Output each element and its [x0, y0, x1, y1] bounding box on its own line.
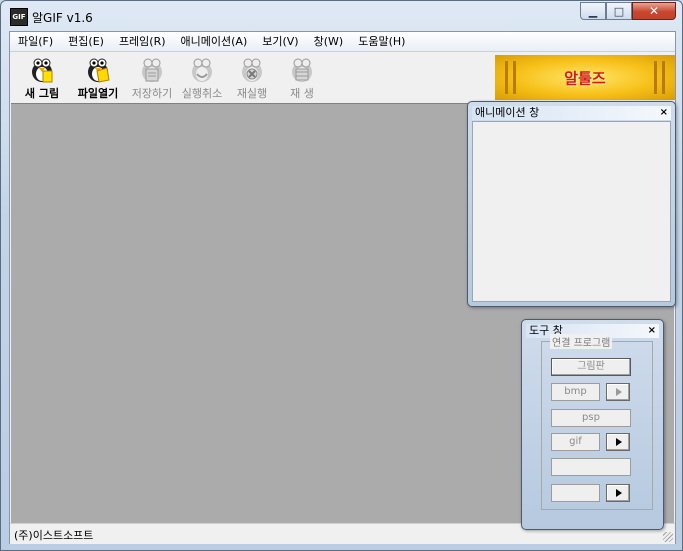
open-file-button[interactable]: 파일열기	[70, 54, 126, 100]
paint-button[interactable]: 그림판	[551, 358, 631, 376]
app-icon: GIF	[10, 8, 28, 26]
play-button[interactable]: 재 생	[274, 54, 330, 100]
close-icon: ✕	[648, 4, 660, 18]
menu-view[interactable]: 보기(V)	[254, 32, 305, 51]
tool-window[interactable]: 도구 창 × 연결 프로그램 그림판 bmp psp gif	[521, 319, 664, 530]
psp-button[interactable]: psp	[551, 409, 631, 427]
gif-program-field[interactable]: gif	[551, 433, 600, 451]
new-image-button[interactable]: 새 그림	[14, 54, 70, 100]
title-bar[interactable]: GIF 알GIF v1.6 ▁ □ ✕	[1, 1, 682, 31]
animation-window[interactable]: 애니메이션 창 ×	[467, 101, 676, 307]
play-label: 재 생	[290, 87, 314, 100]
banner-decoration	[654, 61, 657, 94]
gif-arrow-button[interactable]	[606, 433, 630, 451]
program-slot-field[interactable]	[551, 484, 600, 502]
menu-frame[interactable]: 프레임(R)	[111, 32, 173, 51]
redo-icon	[242, 58, 262, 82]
undo-icon	[192, 58, 212, 82]
redo-button[interactable]: 재실행	[224, 54, 280, 100]
new-image-icon	[32, 58, 53, 83]
resize-grip[interactable]	[663, 532, 673, 542]
program-slot-arrow-button[interactable]	[606, 484, 630, 502]
save-button[interactable]: 저장하기	[124, 54, 180, 100]
new-image-label: 새 그림	[24, 87, 60, 100]
banner-decoration	[505, 61, 508, 94]
tool-window-close-button[interactable]: ×	[648, 324, 656, 338]
bmp-arrow-button[interactable]	[606, 383, 630, 401]
menu-help[interactable]: 도움말(H)	[350, 32, 412, 51]
undo-button[interactable]: 실행취소	[174, 54, 230, 100]
menu-animation[interactable]: 애니메이션(A)	[173, 32, 255, 51]
play-icon	[292, 58, 312, 82]
open-file-icon	[88, 58, 110, 83]
animation-window-title: 애니메이션 창	[475, 106, 540, 119]
banner-decoration	[513, 61, 516, 94]
open-file-label: 파일열기	[77, 87, 119, 100]
redo-label: 재실행	[236, 87, 268, 100]
menu-window[interactable]: 창(W)	[306, 32, 351, 51]
caption-buttons: ▁ □ ✕	[580, 2, 676, 22]
undo-label: 실행취소	[181, 87, 223, 100]
program-slot-button[interactable]	[551, 458, 631, 476]
altools-banner[interactable]: 알툴즈	[495, 55, 675, 100]
maximize-icon: □	[613, 4, 625, 18]
toolbar: 새 그림 파일열기 저장하기 실행취소 재실행 재 생 알툴즈	[10, 52, 675, 102]
animation-window-close-button[interactable]: ×	[660, 106, 668, 120]
status-text: (주)이스트소프트	[14, 529, 94, 542]
menu-bar: 파일(F) 편집(E) 프레임(R) 애니메이션(A) 보기(V) 창(W) 도…	[10, 32, 675, 52]
banner-logo: 알툴즈	[564, 69, 606, 87]
save-icon	[142, 58, 162, 82]
animation-window-titlebar[interactable]: 애니메이션 창 ×	[472, 106, 671, 120]
menu-edit[interactable]: 편집(E)	[60, 32, 111, 51]
minimize-icon: ▁	[588, 4, 598, 18]
bmp-program-field[interactable]: bmp	[551, 383, 600, 401]
animation-window-body[interactable]	[472, 121, 671, 302]
save-label: 저장하기	[131, 87, 173, 100]
banner-decoration	[662, 61, 665, 94]
close-button[interactable]: ✕	[632, 2, 676, 20]
open-with-group-label: 연결 프로그램	[550, 334, 613, 349]
window-title: 알GIF v1.6	[32, 11, 93, 25]
minimize-button[interactable]: ▁	[580, 2, 606, 20]
maximize-button[interactable]: □	[606, 2, 632, 20]
menu-file[interactable]: 파일(F)	[10, 32, 60, 51]
